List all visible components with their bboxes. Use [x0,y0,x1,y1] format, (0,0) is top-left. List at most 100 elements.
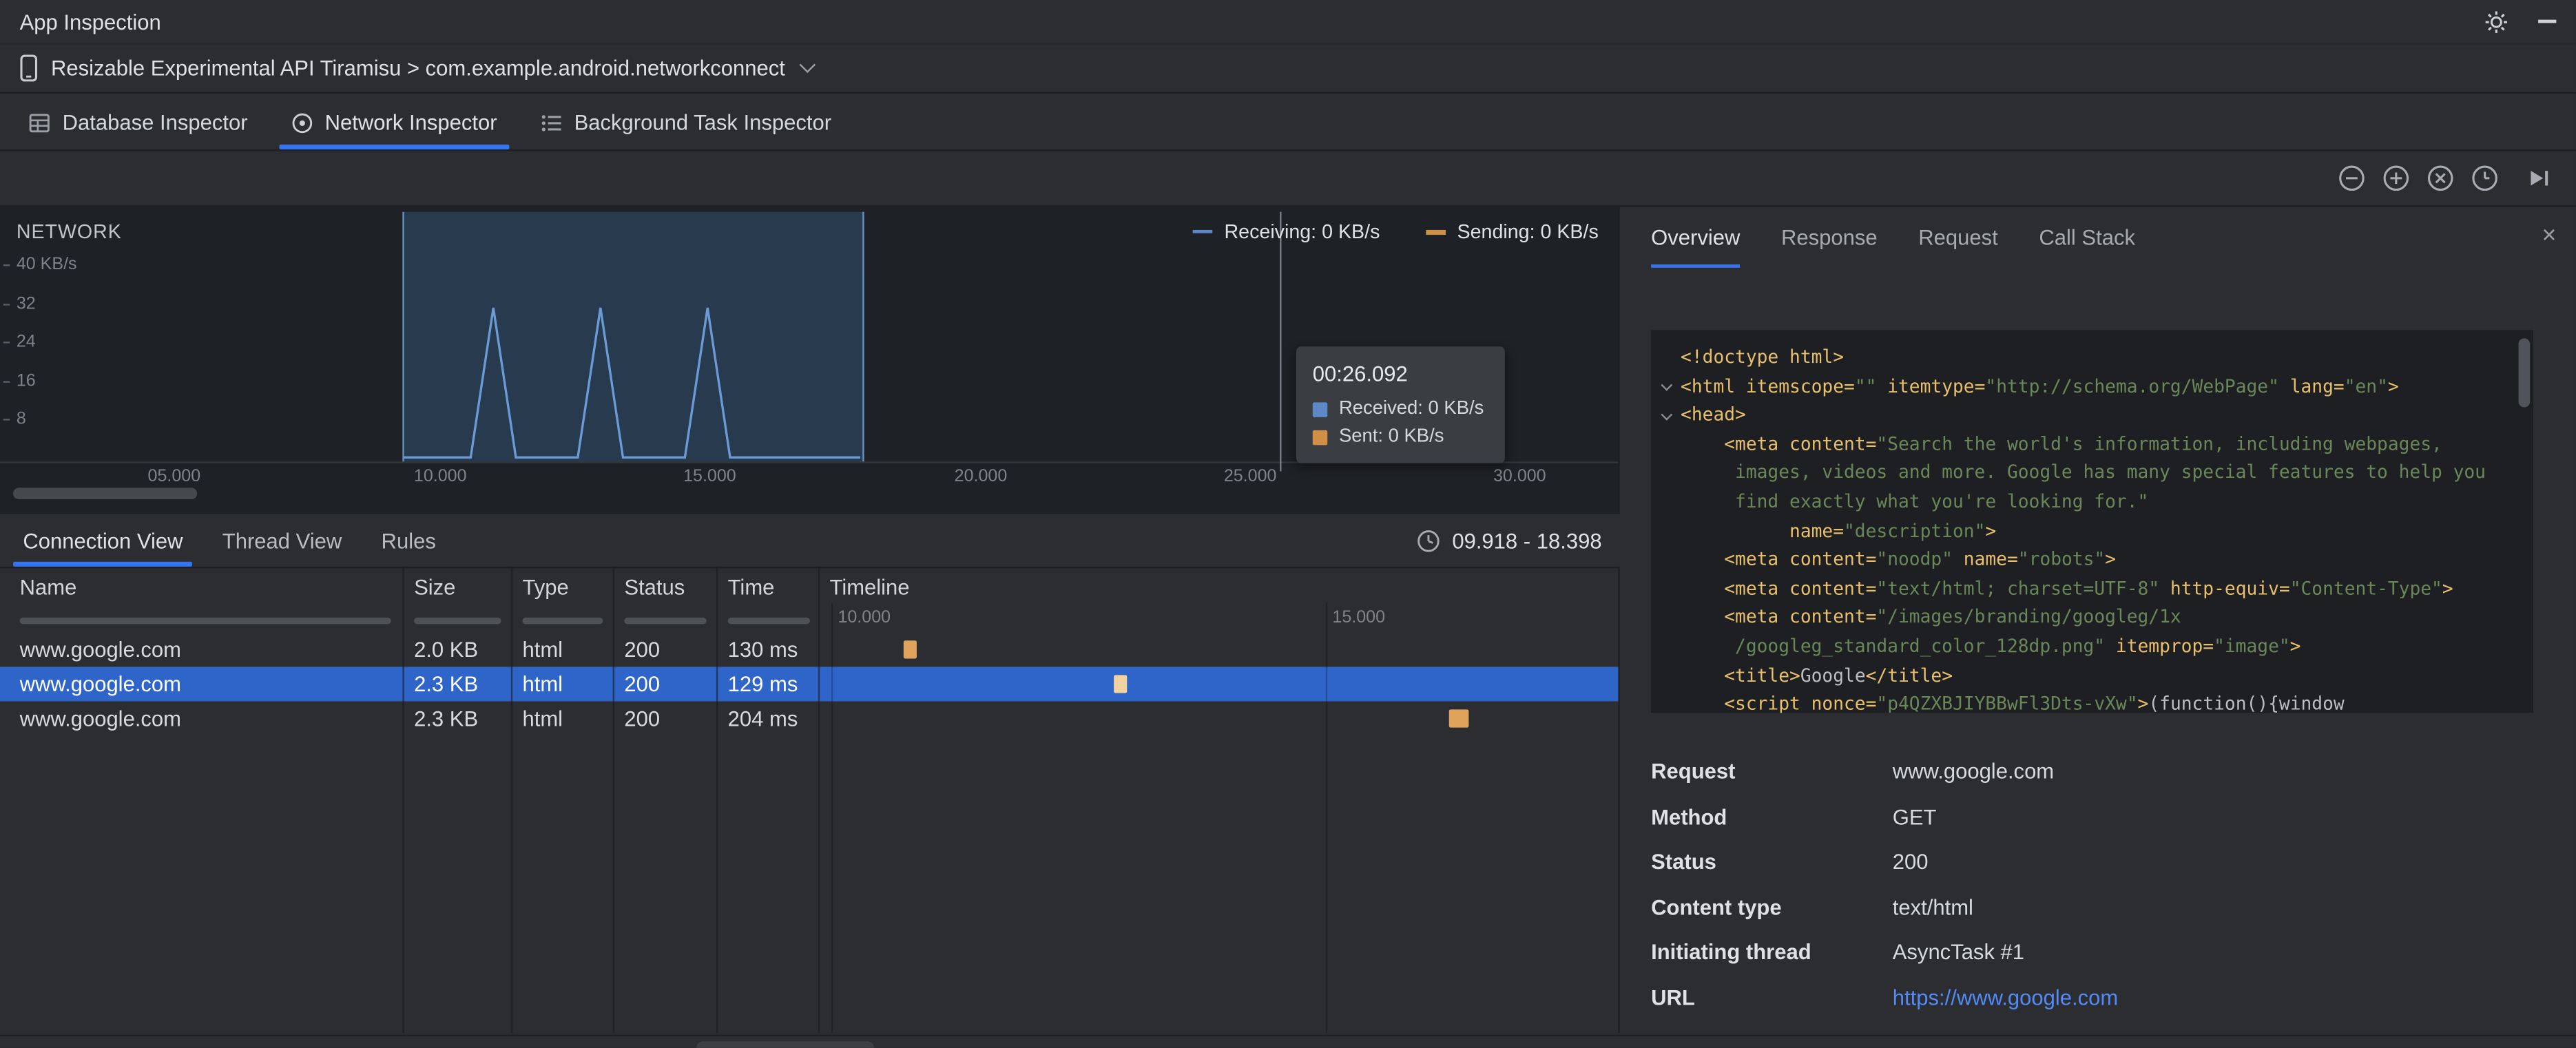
app-inspection-window: App Inspection Resizable Experimental AP… [0,0,2576,1048]
tab-connection-view[interactable]: Connection View [3,514,202,567]
cell-size: 2.3 KB [414,671,479,697]
field-initiating-thread: Initiating thread AsyncTask #1 [1651,939,2025,965]
minimize-icon[interactable] [2538,19,2557,23]
field-content-type: Content type text/html [1651,894,1973,920]
tab-overview[interactable]: Overview [1651,207,1741,268]
column-scrollbar[interactable] [19,617,391,625]
cell-type: html [522,671,563,697]
column-separator [818,566,820,1034]
tab-request[interactable]: Request [1918,207,1997,268]
x-axis-tick: 30.000 [1493,466,1546,487]
table-row[interactable]: www.google.com 2.3 KB html 200 129 ms [0,667,1619,702]
field-status: Status 200 [1651,849,1929,874]
col-header-name[interactable]: Name [20,572,77,605]
tab-label: Network Inspector [324,109,497,135]
x-axis-tick: 15.000 [683,466,736,487]
tab-response[interactable]: Response [1781,207,1878,268]
column-scrollbar[interactable] [414,617,501,625]
bottom-bar-item[interactable]: Build [1389,1044,1458,1048]
bottom-bar-item[interactable]: Logcat [907,1044,990,1048]
go-live-icon[interactable] [2525,165,2553,193]
reset-zoom-icon[interactable] [2427,165,2455,193]
device-icon [20,54,38,83]
zoom-out-icon[interactable] [2338,165,2366,193]
zoom-in-icon[interactable] [2382,165,2411,193]
fold-chevron-icon[interactable] [1661,408,1673,421]
received-swatch-icon [1312,401,1328,417]
tooltip-sent-row: Sent: 0 KB/s [1312,427,1488,447]
timeline-request-marker[interactable] [903,640,917,659]
database-inspector-icon [28,111,51,134]
timeline-request-marker[interactable] [1114,675,1128,693]
clock-icon [1416,528,1441,553]
chart-tooltip: 00:26.092 Received: 0 KB/s Sent: 0 KB/s [1296,346,1505,463]
code-vertical-scrollbar[interactable] [2518,338,2531,408]
column-scrollbar[interactable] [522,617,603,625]
field-request: Request www.google.com [1651,758,2055,784]
time-range: 09.918 - 18.398 [1416,514,1602,567]
tab-label: Background Task Inspector [574,109,832,135]
process-selector[interactable]: Resizable Experimental API Tiramisu > co… [0,44,2576,94]
settings-gear-icon[interactable] [2484,9,2509,34]
sending-swatch-icon [1426,229,1446,234]
col-header-type[interactable]: Type [522,572,568,605]
bottom-bar-item[interactable]: App Quality Insights [1024,1044,1224,1048]
bottom-bar-item[interactable]: Version Control [23,1044,183,1048]
timeline-request-marker[interactable] [1448,709,1469,728]
table-row[interactable]: www.google.com 2.0 KB html 200 130 ms [0,632,1618,667]
column-separator [402,566,404,1034]
bottom-bar-item[interactable]: TODO [309,1044,390,1048]
bottom-bar-item[interactable]: Run [216,1044,276,1048]
cell-time: 130 ms [727,637,798,662]
bottom-bar-item[interactable]: App Inspection [696,1040,874,1048]
table-row[interactable]: www.google.com 2.3 KB html 200 204 ms [0,701,1618,735]
tab-thread-view[interactable]: Thread View [202,514,362,567]
background-task-inspector-icon [540,111,563,134]
zoom-to-selection-icon[interactable] [2471,165,2499,193]
close-icon[interactable]: × [2542,220,2556,253]
field-method: Method GET [1651,804,1937,830]
col-header-status[interactable]: Status [624,572,685,605]
cell-name: www.google.com [19,637,182,662]
tab-rules[interactable]: Rules [362,514,456,567]
tooltip-received-row: Received: 0 KB/s [1312,399,1488,419]
cell-status: 200 [624,706,661,731]
network-line [402,307,861,459]
y-axis-tick: 16 [3,371,36,391]
tab-database-inspector[interactable]: Database Inspector [7,95,269,149]
connection-details-pane: Overview Response Request Call Stack × <… [1619,207,2576,1034]
bottom-bar-item[interactable]: Profiler [1490,1044,1578,1048]
legend-sending: Sending: 0 KB/s [1426,220,1599,243]
chart-title: NETWORK [16,220,122,244]
column-scrollbar[interactable] [624,617,707,625]
timeline-gridline [831,602,833,1034]
chevron-down-icon [799,56,816,74]
bottom-bar-item[interactable]: Services [1256,1044,1357,1048]
cell-size: 2.0 KB [414,637,479,662]
column-scrollbar[interactable] [727,617,810,625]
timeline-tick-label: 10.000 [838,607,891,628]
cell-status: 200 [624,637,661,662]
bottom-bar-item[interactable]: Problems [423,1044,531,1048]
y-axis-tick: 32 [3,294,36,314]
tab-network-inspector[interactable]: Network Inspector [269,95,519,150]
network-chart[interactable]: NETWORK Receiving: 0 KB/s Sending: 0 KB/… [0,207,1619,514]
details-tab-bar: Overview Response Request Call Stack [1620,207,2576,268]
tooltip-time-line [1280,211,1282,472]
field-url: URL https://www.google.com [1651,982,2559,1015]
col-header-time[interactable]: Time [728,572,775,605]
tab-background-task-inspector[interactable]: Background Task Inspector [519,95,853,149]
col-header-size[interactable]: Size [414,572,455,605]
chart-horizontal-scrollbar[interactable] [13,488,198,500]
window-title: App Inspection [19,9,161,34]
url-link[interactable]: https://www.google.com [1893,982,2118,1015]
y-axis-tick: 8 [3,409,26,429]
sent-swatch-icon [1312,429,1328,445]
timeline-tick-label: 15.000 [1332,607,1386,628]
fold-chevron-icon[interactable] [1661,379,1673,391]
col-header-timeline[interactable]: Timeline [830,572,910,605]
bottom-bar-item[interactable]: Terminal [564,1044,663,1048]
cell-size: 2.3 KB [414,706,479,731]
network-pane: NETWORK Receiving: 0 KB/s Sending: 0 KB/… [0,207,1622,1034]
tab-call-stack[interactable]: Call Stack [2039,207,2135,268]
